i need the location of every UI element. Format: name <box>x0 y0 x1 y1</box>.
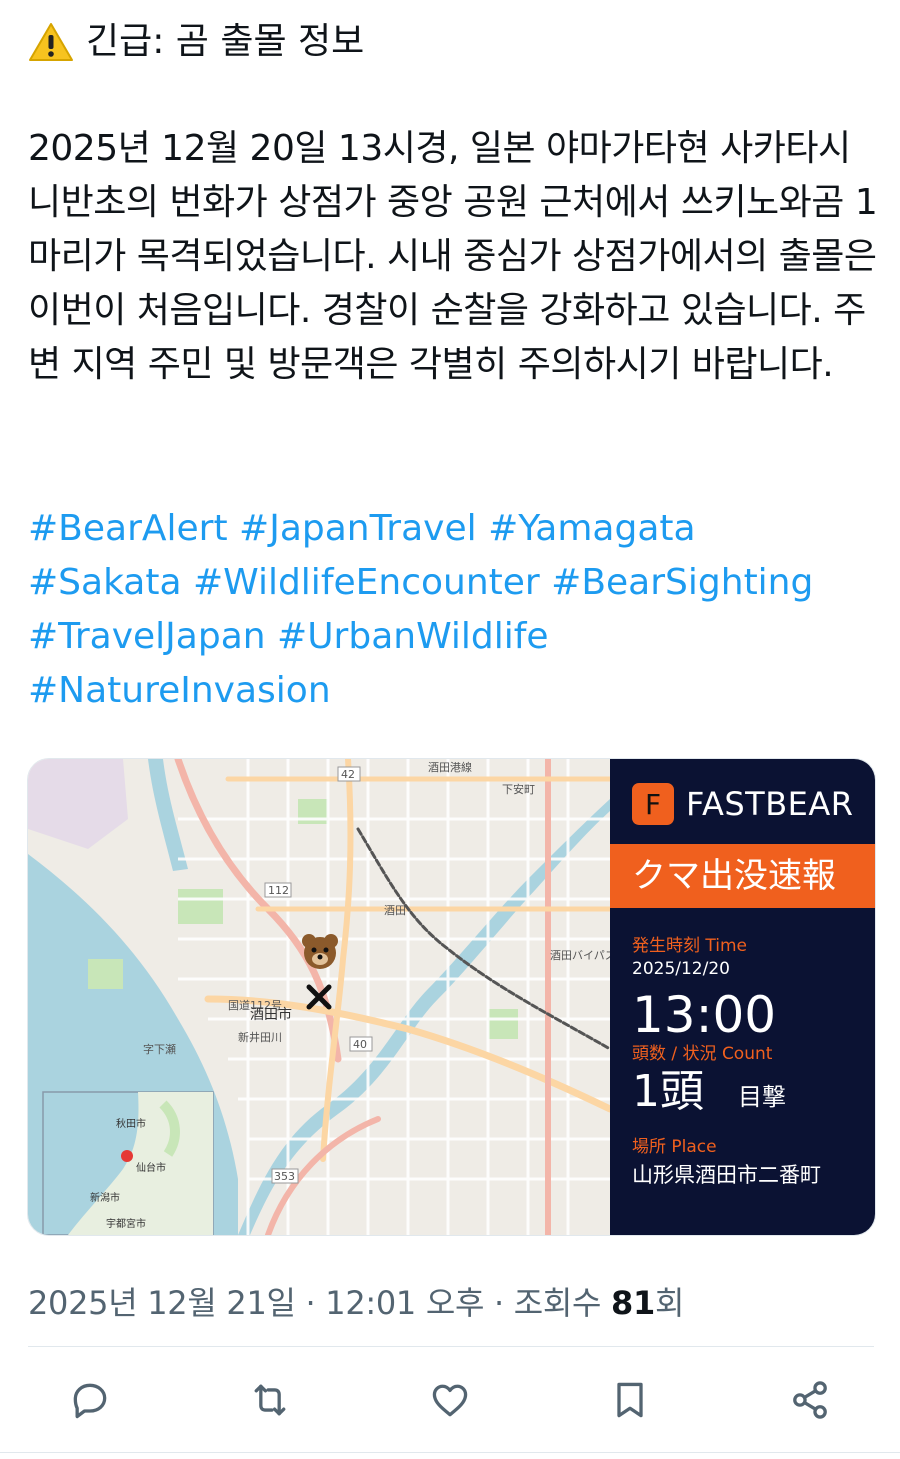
date-value: 2025/12/20 <box>632 959 730 979</box>
post-datetime: 2025년 12월 21일 · 12:01 오후 · 조회수 <box>28 1284 612 1322</box>
count-value: 1頭 <box>632 1066 704 1117</box>
road-number-label: 42 <box>341 768 355 781</box>
hashtag-link[interactable]: #Sakata <box>28 562 182 603</box>
action-bar <box>0 1370 900 1430</box>
bookmark-icon <box>617 1382 643 1418</box>
hashtag-link[interactable]: #Yamagata <box>488 508 695 549</box>
reply-icon <box>73 1383 107 1419</box>
alert-info-panel: F FASTBEAR クマ出没速報 発生時刻 Time 2025/12/20 1… <box>610 759 875 1235</box>
share-icon <box>793 1381 827 1419</box>
time-label: 発生時刻 Time <box>632 936 748 956</box>
road-label: 酒田 <box>384 904 406 917</box>
retweet-button[interactable] <box>240 1370 300 1430</box>
post-body: 2025년 12월 20일 13시경, 일본 야마가타현 사카타시 니반초의 번… <box>28 128 878 385</box>
post-meta: 2025년 12월 21일 · 12:01 오후 · 조회수 81회 <box>28 1278 684 1324</box>
hashtag-link[interactable]: #BearAlert <box>28 508 228 549</box>
hashtag-link[interactable]: #BearSighting <box>551 562 813 603</box>
warning-icon <box>29 23 73 61</box>
hashtag-link[interactable]: #TravelJapan <box>28 616 266 657</box>
time-value: 13:00 <box>632 986 777 1044</box>
hashtag-link[interactable]: #NatureInvasion <box>28 670 331 711</box>
road-label: 酒田港線 <box>428 760 472 774</box>
media-card[interactable]: 42 112 40 353 酒田港線 下安町 国道112号 酒田バイパス 新井田… <box>27 758 876 1236</box>
count-label: 頭数 / 状況 Count <box>632 1044 773 1064</box>
like-icon <box>432 1384 468 1417</box>
bookmark-button[interactable] <box>600 1370 660 1430</box>
brand: F FASTBEAR <box>632 783 854 825</box>
inset-label: 秋田市 <box>116 1117 146 1130</box>
view-count-suffix: 회 <box>654 1284 685 1322</box>
inset-label: 宇都宮市 <box>106 1217 146 1230</box>
post-title: 긴급: 곰 출몰 정보 <box>28 18 364 66</box>
road-label: 酒田バイパス <box>550 949 610 962</box>
fastbear-logo-icon: F <box>632 783 674 825</box>
bottom-divider <box>0 1452 900 1453</box>
road-number-label: 112 <box>268 884 289 897</box>
reply-button[interactable] <box>60 1370 120 1430</box>
place-label: 場所 Place <box>632 1137 717 1157</box>
hashtag-list: #BearAlert #JapanTravel #Yamagata #Sakat… <box>28 502 878 718</box>
post-title-text: 긴급: 곰 출몰 정보 <box>86 21 365 62</box>
status-value: 目撃 <box>738 1083 786 1111</box>
city-label: 酒田市 <box>250 1006 292 1023</box>
road-number-label: 40 <box>353 1038 367 1051</box>
hashtag-link[interactable]: #WildlifeEncounter <box>193 562 540 603</box>
brand-name: FASTBEAR <box>686 785 854 823</box>
retweet-icon <box>254 1384 286 1416</box>
road-label: 下安町 <box>502 782 535 796</box>
river-label: 新井田川 <box>238 1030 282 1044</box>
like-button[interactable] <box>420 1370 480 1430</box>
map-image: 42 112 40 353 酒田港線 下安町 国道112号 酒田バイパス 新井田… <box>28 759 610 1235</box>
inset-label: 仙台市 <box>136 1161 166 1174</box>
inset-label: 新潟市 <box>90 1191 120 1204</box>
hashtag-link[interactable]: #UrbanWildlife <box>277 616 549 657</box>
inset-map: 秋田市 仙台市 新潟市 宇都宮市 <box>42 1091 214 1235</box>
share-button[interactable] <box>780 1370 840 1430</box>
alert-banner: クマ出没速報 <box>610 844 875 908</box>
divider <box>28 1346 874 1347</box>
area-label: 字下瀬 <box>143 1042 176 1056</box>
view-count: 81 <box>611 1284 655 1322</box>
hashtag-link[interactable]: #JapanTravel <box>239 508 477 549</box>
road-number-label: 353 <box>274 1170 295 1183</box>
place-value: 山形県酒田市二番町 <box>632 1163 821 1187</box>
